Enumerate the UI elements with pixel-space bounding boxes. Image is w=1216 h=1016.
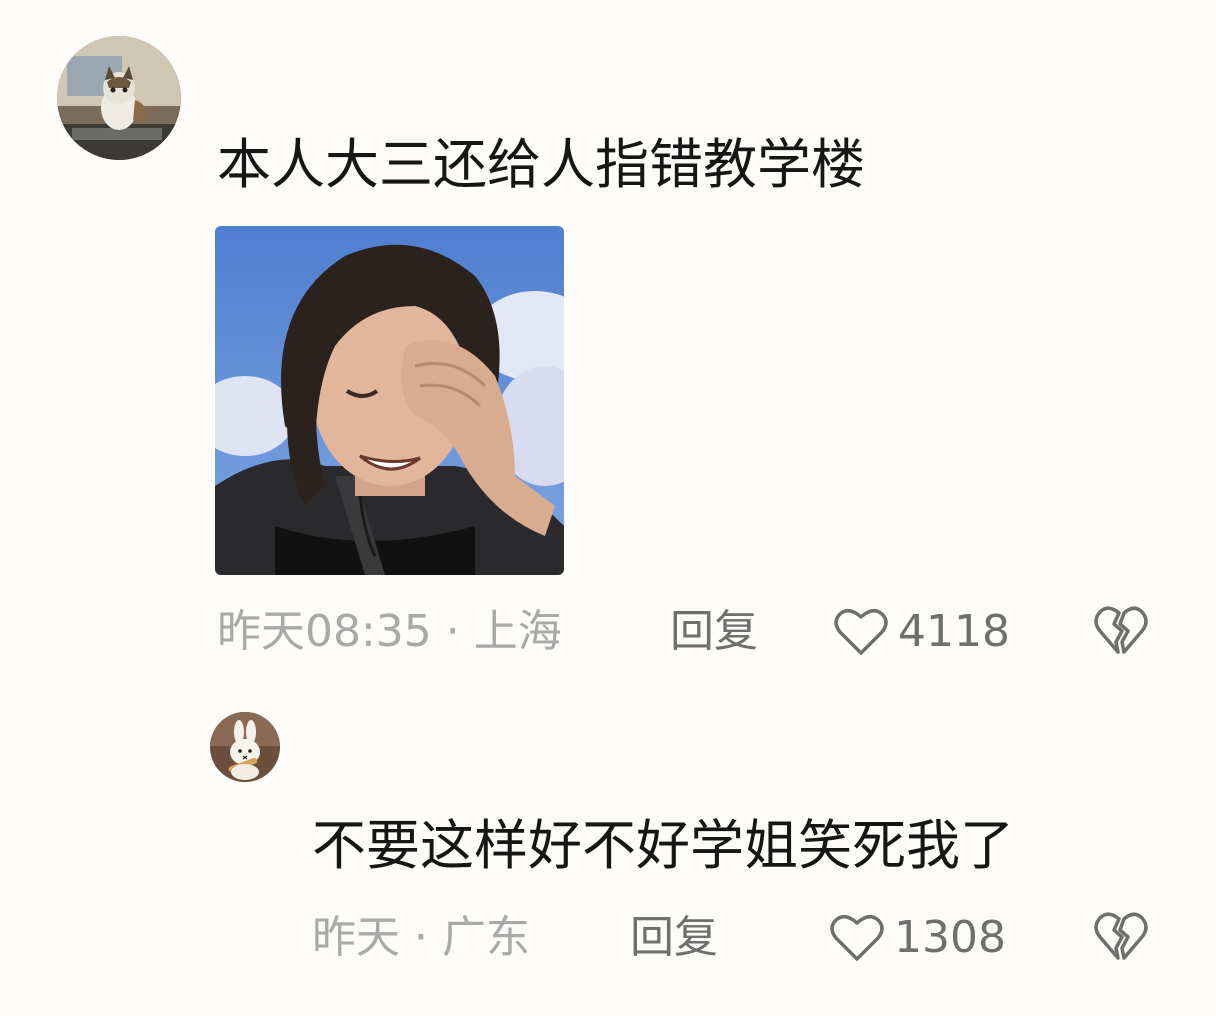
reply-text: 不要这样好不好学姐笑死我了 <box>312 814 1014 877</box>
laughing-man-facepalm-meme-image <box>215 226 564 575</box>
like-count: 1308 <box>894 912 1006 963</box>
cat-avatar-icon <box>57 36 181 160</box>
heart-icon <box>834 608 888 655</box>
reply-meta: 昨天 · 广东 <box>312 912 530 963</box>
reply-button[interactable]: 回复 <box>670 604 758 660</box>
miffy-bunny-avatar-icon <box>210 712 280 782</box>
like-count: 4118 <box>898 606 1010 657</box>
comment-image[interactable] <box>215 226 564 575</box>
dislike-button[interactable] <box>1094 910 1148 962</box>
like-button[interactable]: 1308 <box>830 910 1006 966</box>
broken-heart-icon <box>1094 606 1148 654</box>
comment-meta: 昨天08:35 · 上海 <box>217 606 562 657</box>
broken-heart-icon <box>1094 912 1148 960</box>
reply-button[interactable]: 回复 <box>630 910 718 966</box>
like-button[interactable]: 4118 <box>834 604 1010 660</box>
reply-commenter-avatar[interactable] <box>210 712 280 782</box>
dislike-button[interactable] <box>1094 604 1148 656</box>
commenter-avatar[interactable] <box>57 36 181 160</box>
comment-text: 本人大三还给人指错教学楼 <box>217 133 865 196</box>
heart-icon <box>830 914 884 961</box>
